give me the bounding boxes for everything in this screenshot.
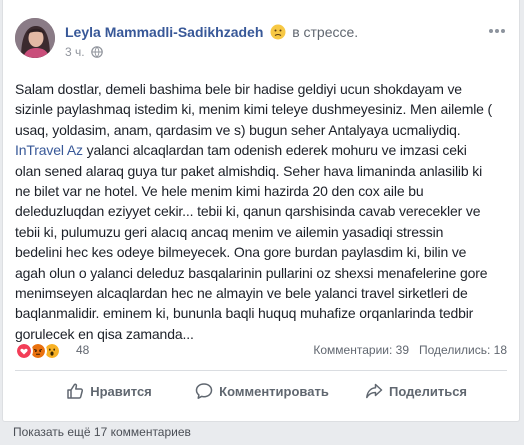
comments-count-link[interactable]: Комментарии: 39 — [313, 343, 409, 357]
shares-count-link[interactable]: Поделились: 18 — [419, 343, 507, 357]
share-label: Поделиться — [388, 383, 468, 399]
comment-bubble-icon — [195, 383, 213, 399]
post-text-line: deleduzluqdan eziyyet cekir... tebii ki,… — [15, 203, 481, 220]
post-text-fragment: yalanci alcaqlardan tam odenish ederek m… — [86, 142, 467, 159]
post-header: Leyla Mammadli-Sadikhzadeh в стрессе. 3 … — [15, 18, 507, 66]
post-text-line: tebii ki, pulumuzu geri alacıq ancaq men… — [15, 223, 444, 240]
post-body: Salam dostlar, demeli bashima bele bir h… — [15, 79, 509, 344]
post-actions: Нравится Комментировать Поделиться — [15, 370, 507, 412]
post-timestamp[interactable]: 3 ч. — [65, 45, 85, 59]
share-button[interactable]: Поделиться — [336, 372, 496, 410]
post-text-line: ne bilet var ne hotel. Ve hele menim kim… — [15, 182, 424, 199]
share-arrow-icon — [366, 383, 383, 399]
post-stats: 48 Комментарии: 39 Поделились: 18 — [15, 341, 507, 361]
post-text-line: olan sened alaraq guya tur paket almishd… — [15, 162, 483, 179]
page-mention-link[interactable]: InTravel Az — [15, 142, 83, 158]
feeling-text: в стрессе. — [292, 24, 359, 40]
comment-label: Комментировать — [219, 383, 329, 399]
like-button[interactable]: Нравится — [29, 372, 189, 410]
thumbs-up-icon — [67, 383, 84, 399]
post-text-line: usaq, yoldasim, anam, qardasim ve s) bug… — [15, 121, 461, 138]
comment-button[interactable]: Комментировать — [182, 372, 342, 410]
love-reaction-icon — [15, 342, 33, 360]
reactions-count: 48 — [76, 343, 90, 357]
post-card: Leyla Mammadli-Sadikhzadeh в стрессе. 3 … — [2, 0, 520, 422]
post-text-line: menimseyen alcaqlardan hec ne almayin ve… — [15, 284, 468, 301]
avatar[interactable] — [15, 18, 55, 58]
post-text-line: agah olun o yalanci deleduz basqalarinin… — [15, 264, 488, 281]
stressed-emoji-icon — [270, 24, 286, 40]
more-dots-icon — [489, 29, 505, 33]
post-text-line: Salam dostlar, demeli bashima bele bir h… — [15, 81, 462, 97]
post-text-line: bedelini hec kes odeye bilmeyecek. Ona g… — [15, 244, 467, 261]
like-label: Нравится — [90, 383, 152, 399]
post-title-line: Leyla Mammadli-Sadikhzadeh в стрессе. — [65, 23, 358, 41]
more-options-button[interactable] — [487, 24, 507, 36]
post-meta: 3 ч. — [65, 44, 103, 60]
post-text-line-with-mention: InTravel Az yalanci alcaqlardan tam oden… — [15, 140, 509, 160]
globe-icon — [91, 46, 103, 58]
engagement-counts: Комментарии: 39 Поделились: 18 — [313, 343, 507, 357]
post-text-line: baqlanmalidir. eminem ki, bununla baqli … — [15, 305, 474, 322]
post-text-line: sizinle paylashmaq istedim ki, menim kim… — [15, 101, 493, 118]
author-name[interactable]: Leyla Mammadli-Sadikhzadeh — [65, 24, 263, 40]
show-more-comments-link[interactable]: Показать ещё 17 комментариев — [13, 425, 191, 439]
